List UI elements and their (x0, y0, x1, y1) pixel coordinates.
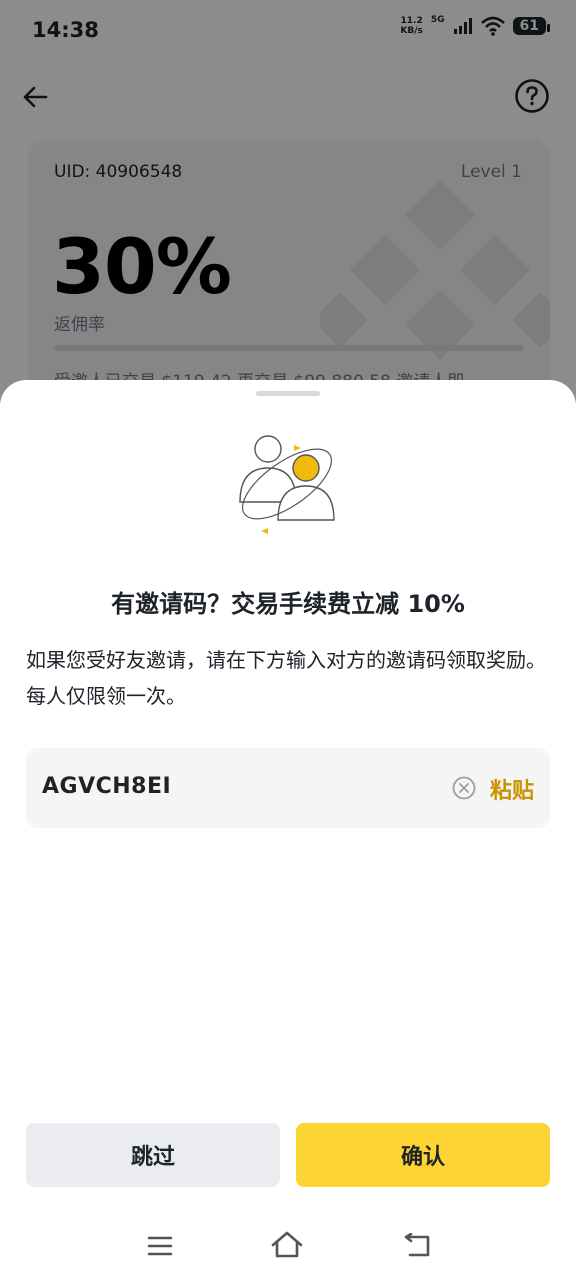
menu-icon[interactable] (147, 1235, 173, 1261)
invite-friends-illustration (239, 435, 335, 534)
invite-code-sheet: 有邀请码？交易手续费立减 10% 如果您受好友邀请，请在下方输入对方的邀请码领取… (0, 380, 576, 1280)
system-nav-bar (0, 1220, 576, 1280)
sheet-title: 有邀请码？交易手续费立减 10% (111, 590, 465, 618)
confirm-button[interactable]: 确认 (296, 1123, 550, 1187)
invite-code-value[interactable]: AGVCH8EI (42, 774, 171, 799)
invite-code-input[interactable]: AGVCH8EI 粘贴 (26, 748, 550, 828)
home-icon[interactable] (270, 1230, 304, 1264)
clear-icon[interactable] (452, 776, 476, 804)
sheet-description: 如果您受好友邀请，请在下方输入对方的邀请码领取奖励。每人仅限领一次。 (26, 648, 546, 708)
paste-button[interactable]: 粘贴 (490, 773, 534, 805)
skip-button[interactable]: 跳过 (26, 1123, 280, 1187)
back-nav-icon[interactable] (402, 1232, 432, 1263)
sheet-drag-handle[interactable] (256, 391, 320, 396)
